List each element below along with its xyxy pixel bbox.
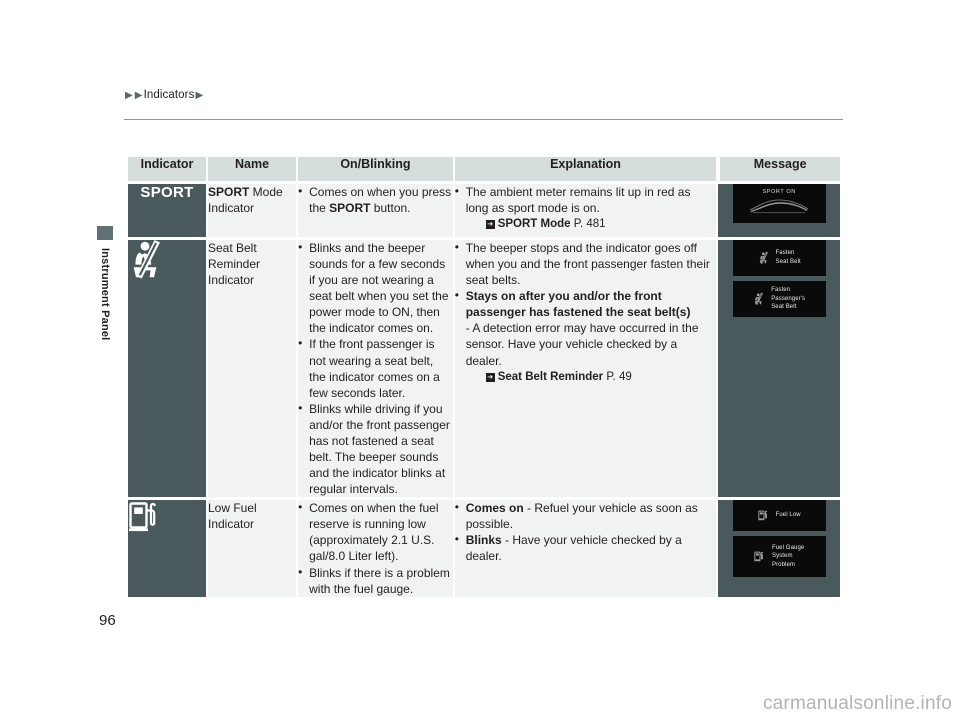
text-run-bold: Comes on	[465, 501, 524, 516]
name-bold-sport: SPORT	[207, 185, 250, 199]
name-line2-lowfuel: Indicator	[207, 517, 255, 532]
message-screen-line: Fasten	[771, 286, 791, 293]
column-header-explanation: Explanation	[454, 157, 719, 181]
column-header-indicator: Indicator	[128, 157, 208, 181]
explanation-cell-lowfuel: Comes on - Refuel your vehicle as soon a…	[454, 499, 719, 597]
message-screen-line: Fuel Gauge	[771, 544, 805, 551]
section-tab-marker	[97, 226, 113, 240]
message-screen: Fuel Gauge System Problem	[732, 536, 826, 578]
name-line3-seatbelt: Indicator	[207, 273, 255, 288]
page-reference-title: SPORT Mode	[497, 218, 571, 231]
on-blinking-cell-seatbelt: Blinks and the beeper sounds for a few s…	[298, 239, 455, 498]
text-run-bold: Stays on after you and/or the front pass…	[465, 289, 691, 320]
message-screen-line: Fasten	[775, 250, 795, 257]
table-row: Seat Belt Reminder Indicator Blinks and …	[128, 239, 840, 498]
list-item: Stays on after you and/or the front pass…	[455, 287, 717, 385]
message-cell-seatbelt: Fasten Seat Belt Fasten Passenger's Seat…	[718, 240, 840, 498]
list-item: Blinks while driving if you and/or the f…	[298, 400, 453, 497]
page-reference-title: Seat Belt Reminder	[497, 370, 604, 383]
explanation-cell-sport: The ambient meter remains lit up in red …	[454, 183, 719, 237]
fuel-pump-icon	[757, 510, 767, 521]
message-cell-lowfuel: Fuel Low Fuel Gauge System Problem	[718, 500, 840, 597]
message-screen: Fasten Seat Belt	[732, 240, 826, 276]
message-screen-line: Fuel Low	[775, 512, 801, 519]
indicator-cell-lowfuel	[128, 500, 208, 597]
page-reference-page: P. 481	[573, 218, 606, 231]
list-item: Blinks and the beeper sounds for a few s…	[298, 239, 453, 336]
column-header-message: Message	[718, 157, 840, 181]
indicators-table: Indicator Name On/Blinking Explanation M…	[128, 157, 840, 597]
on-blinking-cell-sport: Comes on when you press the SPORT button…	[298, 183, 455, 237]
message-screen-line: Problem	[771, 562, 796, 569]
page-reference-icon: ➔	[485, 372, 495, 382]
section-label: Instrument Panel	[90, 248, 120, 388]
message-screen-line: System	[771, 553, 793, 560]
seat-belt-reminder-icon	[759, 251, 768, 264]
list-item: The ambient meter remains lit up in red …	[455, 183, 717, 233]
fuel-pump-icon	[754, 551, 764, 562]
text-run-bold: Blinks	[465, 533, 502, 548]
name-rest-lowfuel: Low Fuel	[207, 501, 257, 516]
name-cell-seatbelt: Seat Belt Reminder Indicator	[207, 240, 299, 498]
explanation-subtext: - A detection error may have occurred in…	[465, 321, 699, 368]
name-cell-sport: SPORT Mode Indicator	[207, 184, 299, 237]
breadcrumb-arrow-icon: ▶	[195, 89, 204, 101]
indicator-cell-seatbelt	[128, 240, 208, 498]
low-fuel-indicator-icon	[129, 502, 156, 532]
indicator-cell-sport: SPORT	[128, 184, 208, 237]
explanation-cell-seatbelt: The beeper stops and the indicator goes …	[454, 239, 719, 498]
message-screen-line: Passenger's	[771, 295, 806, 302]
breadcrumb-arrow-icon: ▶	[134, 89, 143, 101]
page-reference[interactable]: ➔ SPORT Mode P. 481	[485, 217, 717, 232]
page-reference-page: P. 49	[606, 370, 632, 383]
message-screen: SPORT ON	[732, 184, 826, 223]
table-row: SPORT SPORT Mode Indicator Comes on when…	[128, 183, 840, 237]
list-item: If the front passenger is not wearing a …	[298, 335, 453, 400]
table-row: Low Fuel Indicator Comes on when the fue…	[128, 499, 840, 597]
breadcrumb-label: Indicators	[143, 89, 195, 101]
message-screen-line: SPORT ON	[762, 189, 796, 195]
name-cell-lowfuel: Low Fuel Indicator	[207, 500, 299, 597]
on-blinking-cell-lowfuel: Comes on when the fuel reserve is runnin…	[298, 499, 455, 597]
header-divider	[124, 119, 843, 120]
list-item: Comes on when the fuel reserve is runnin…	[298, 499, 453, 564]
message-screen: Fuel Low	[732, 500, 826, 532]
message-screen: Fasten Passenger's Seat Belt	[732, 281, 826, 317]
seat-belt-reminder-icon	[133, 240, 161, 279]
name-line2-sport: Indicator	[207, 201, 255, 216]
breadcrumb: ▶ ▶Indicators▶	[124, 89, 204, 101]
message-screen-line: Seat Belt	[775, 259, 801, 265]
manual-page: ▶ ▶Indicators▶ Instrument Panel Indicator…	[0, 0, 960, 722]
page-reference-icon: ➔	[485, 220, 495, 230]
car-silhouette-icon	[749, 199, 809, 214]
text-run-bold: SPORT	[329, 201, 371, 216]
message-screen-line: Seat Belt	[771, 304, 797, 311]
name-rest-sport: Mode	[249, 185, 283, 199]
name-rest-seatbelt: Seat Belt	[207, 241, 257, 255]
text-run: The ambient meter remains lit up in red …	[465, 185, 691, 216]
seat-belt-reminder-icon	[754, 292, 764, 305]
list-item: Comes on - Refuel your vehicle as soon a…	[455, 499, 717, 532]
list-item: The beeper stops and the indicator goes …	[455, 239, 717, 288]
column-header-on-blinking: On/Blinking	[298, 157, 455, 181]
name-line2-seatbelt: Reminder	[207, 257, 261, 272]
section-label-text: Instrument Panel	[99, 248, 111, 341]
column-header-name: Name	[207, 157, 299, 181]
list-item: Comes on when you press the SPORT button…	[298, 183, 453, 216]
page-reference[interactable]: ➔ Seat Belt Reminder P. 49	[485, 370, 717, 385]
list-item: Blinks if there is a problem with the fu…	[298, 564, 453, 597]
watermark: carmanualsonline.info	[762, 693, 952, 714]
sport-mode-indicator-icon: SPORT	[140, 184, 194, 201]
breadcrumb-arrow-icon: ▶	[125, 89, 133, 101]
text-run: button.	[370, 201, 411, 216]
table-header-row: Indicator Name On/Blinking Explanation M…	[128, 157, 840, 181]
page-number: 96	[99, 612, 116, 629]
list-item: Blinks - Have your vehicle checked by a …	[455, 531, 717, 564]
message-cell-sport: SPORT ON	[718, 184, 840, 237]
